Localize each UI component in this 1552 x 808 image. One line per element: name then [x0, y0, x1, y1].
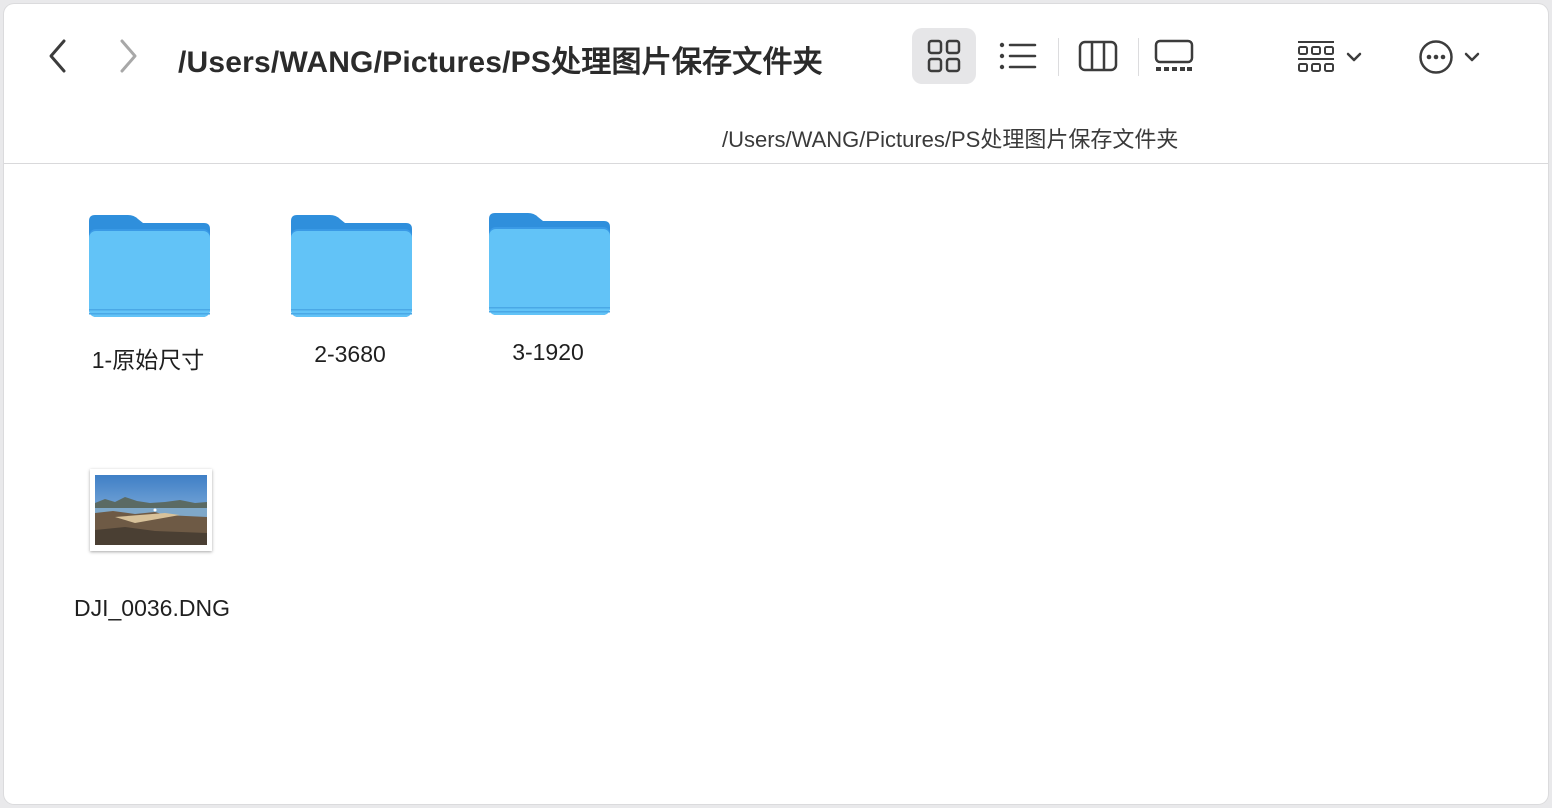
column-view-button[interactable] — [1066, 28, 1130, 84]
chevron-left-icon — [49, 39, 66, 73]
folder-icon — [291, 215, 412, 317]
more-actions-button[interactable] — [1418, 32, 1498, 82]
group-button[interactable] — [1296, 32, 1384, 82]
item-label: 3-1920 — [512, 339, 584, 365]
chevron-down-icon — [1464, 52, 1480, 62]
image-thumbnail — [90, 469, 212, 551]
folder-item[interactable]: 2-3680 — [260, 209, 440, 389]
file-grid: 1-原始尺寸 2-3680 3-1920 DJI_0036.DNG — [4, 165, 1548, 804]
folder-item[interactable]: 3-1920 — [458, 207, 638, 387]
group-grid-icon — [1298, 41, 1334, 72]
chevron-right-icon — [120, 39, 137, 73]
path-text: /Users/WANG/Pictures/PS处理图片保存文件夹 — [722, 127, 1179, 152]
item-label: 2-3680 — [314, 341, 386, 367]
columns-icon — [1078, 40, 1118, 72]
gallery-icon — [1154, 39, 1194, 71]
grid-icon — [927, 39, 961, 73]
toolbar-separator — [1058, 38, 1059, 76]
gallery-view-button[interactable] — [1142, 28, 1206, 84]
toolbar: /Users/WANG/Pictures/PS处理图片保存文件夹 /Users/… — [4, 4, 1548, 164]
item-label: DJI_0036.DNG — [74, 595, 230, 621]
window-title: /Users/WANG/Pictures/PS处理图片保存文件夹 — [178, 46, 823, 79]
list-view-button[interactable] — [986, 28, 1050, 84]
folder-icon — [489, 213, 610, 315]
back-button[interactable] — [40, 34, 76, 78]
forward-button[interactable] — [110, 34, 146, 78]
finder-window: /Users/WANG/Pictures/PS处理图片保存文件夹 /Users/… — [4, 4, 1548, 804]
chevron-down-icon — [1346, 52, 1362, 62]
ellipsis-circle-icon — [1419, 40, 1453, 74]
landscape-photo-icon — [95, 475, 207, 545]
list-icon — [999, 42, 1037, 70]
icon-view-button[interactable] — [912, 28, 976, 84]
file-item[interactable]: DJI_0036.DNG — [58, 165, 238, 635]
toolbar-separator — [1138, 38, 1139, 76]
